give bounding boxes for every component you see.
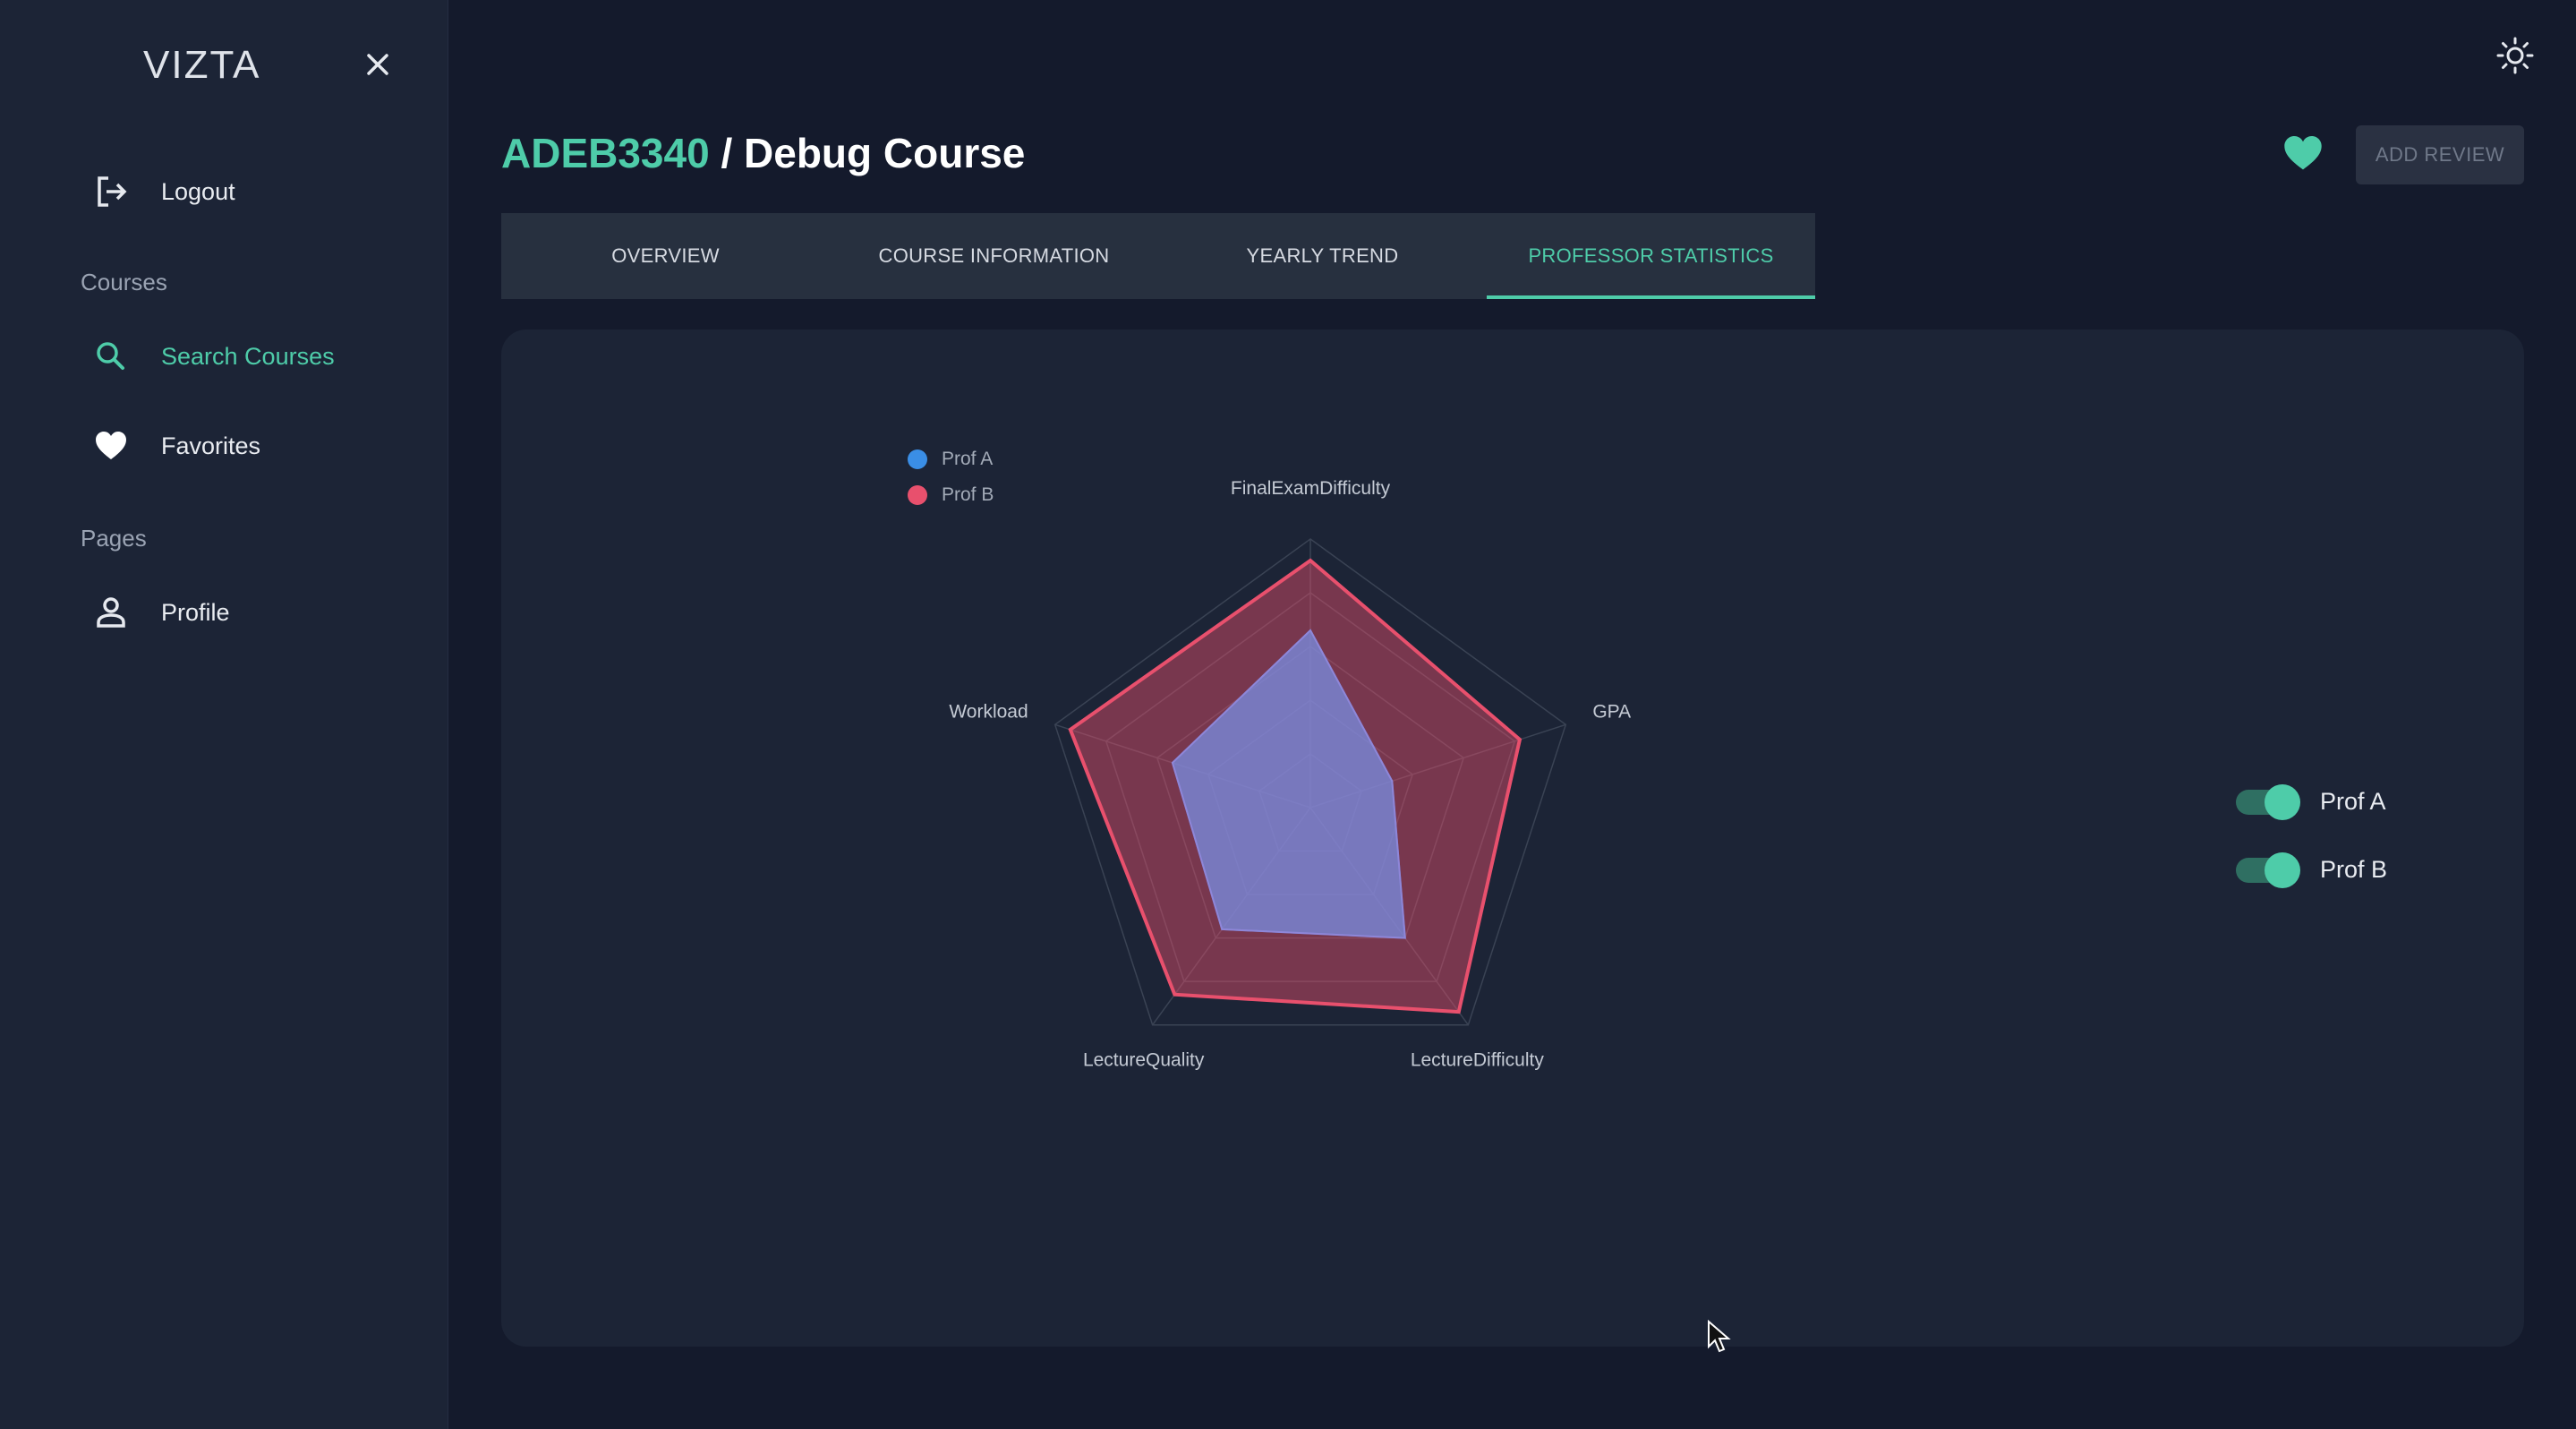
axis-label-lecturequality: LectureQuality: [1083, 1050, 1205, 1071]
sun-icon: [2496, 37, 2534, 74]
page-title: ADEB3340 / Debug Course: [501, 129, 1025, 177]
favorite-button[interactable]: [2282, 133, 2324, 174]
legend-dot: [908, 485, 927, 505]
legend-dot: [908, 449, 927, 469]
course-code: ADEB3340: [501, 130, 710, 176]
sidebar: VIZTA Logout Courses Search Courses Favo…: [0, 0, 448, 1429]
close-sidebar-button[interactable]: [360, 47, 396, 82]
section-label-pages: Pages: [81, 525, 147, 552]
course-name: Debug Course: [744, 130, 1026, 176]
toggle-switch[interactable]: [2234, 852, 2300, 888]
chart-panel: FinalExamDifficulty GPA LectureDifficulty L…: [501, 329, 2524, 1347]
sidebar-item-favorites[interactable]: Favorites: [90, 419, 412, 473]
search-icon: [90, 335, 132, 378]
sidebar-item-logout[interactable]: Logout: [90, 165, 412, 218]
sidebar-item-label: Profile: [161, 598, 230, 626]
tab-professor-statistics[interactable]: PROFESSOR STATISTICS: [1487, 213, 1815, 299]
legend-label: Prof A: [942, 449, 994, 469]
legend-item-prof-b[interactable]: Prof B: [908, 484, 994, 506]
tab-bar: OVERVIEW COURSE INFORMATION YEARLY TREND…: [501, 213, 1815, 299]
tab-course-information[interactable]: COURSE INFORMATION: [830, 213, 1158, 299]
heart-icon: [90, 424, 132, 467]
sidebar-item-label: Logout: [161, 177, 235, 205]
person-icon: [90, 591, 132, 634]
axis-label-workload: Workload: [949, 701, 1028, 722]
sidebar-item-label: Search Courses: [161, 342, 335, 370]
close-icon: [367, 54, 388, 75]
radar-chart: FinalExamDifficulty GPA LectureDifficulty L…: [949, 478, 1631, 1071]
toggle-prof-a[interactable]: Prof A: [2234, 784, 2386, 820]
logout-icon: [90, 170, 132, 213]
sidebar-item-search-courses[interactable]: Search Courses: [90, 329, 412, 383]
sidebar-item-profile[interactable]: Profile: [90, 586, 412, 639]
axis-label-lecturedifficulty: LectureDifficulty: [1411, 1050, 1545, 1071]
tab-overview[interactable]: OVERVIEW: [501, 213, 830, 299]
theme-toggle-button[interactable]: [2495, 36, 2535, 75]
axis-label-finalexamdifficulty: FinalExamDifficulty: [1231, 478, 1391, 499]
toggle-label: Prof A: [2320, 787, 2386, 815]
heart-icon: [2284, 136, 2322, 170]
legend-label: Prof B: [942, 484, 994, 505]
app-brand: VIZTA: [143, 43, 261, 87]
tab-yearly-trend[interactable]: YEARLY TREND: [1158, 213, 1487, 299]
section-label-courses: Courses: [81, 269, 167, 295]
legend-item-prof-a[interactable]: Prof A: [908, 449, 993, 470]
toggle-switch[interactable]: [2234, 784, 2300, 820]
toggle-prof-b[interactable]: Prof B: [2234, 852, 2388, 888]
sidebar-item-label: Favorites: [161, 432, 261, 459]
mouse-cursor-icon: [1708, 1320, 1731, 1353]
add-review-button[interactable]: ADD REVIEW: [2356, 125, 2524, 184]
axis-label-gpa: GPA: [1592, 701, 1631, 722]
toggle-label: Prof B: [2320, 855, 2388, 883]
title-separator: /: [721, 130, 733, 176]
